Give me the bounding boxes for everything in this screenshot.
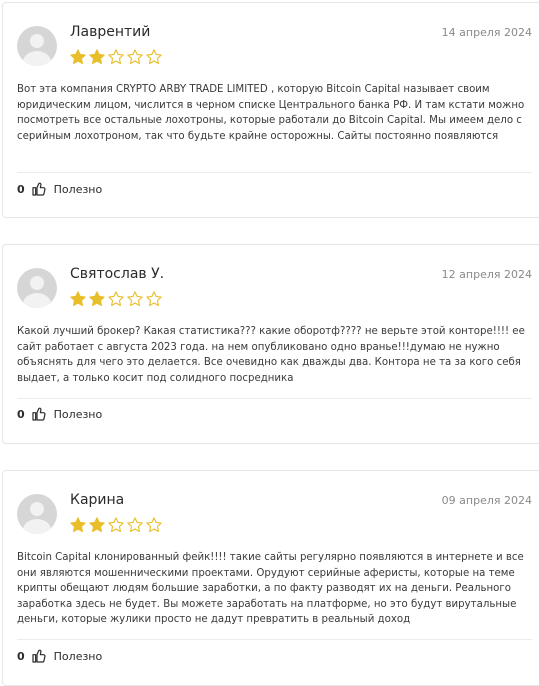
review-footer: 0 Полезно [17,648,102,664]
thumbs-up-icon[interactable] [31,181,47,197]
like-count: 0 [17,407,25,421]
divider [17,172,532,173]
star-empty-icon [146,291,162,307]
review-text: Вот эта компания CRYPTO ARBY TRADE LIMIT… [17,84,525,142]
review-footer: 0 Полезно [17,181,102,197]
like-count: 0 [17,182,25,196]
divider [17,398,532,399]
star-empty-icon [127,291,143,307]
thumbs-up-icon[interactable] [31,648,47,664]
star-filled-icon [70,49,86,65]
like-count: 0 [17,649,25,663]
review-card: Святослав У. 12 апреля 2024 Какой лучший… [2,244,539,444]
star-empty-icon [146,49,162,65]
reviewer-name: Святослав У. [70,266,165,282]
review-date: 12 апреля 2024 [441,268,532,281]
star-filled-icon [89,49,105,65]
review-footer: 0 Полезно [17,406,102,422]
rating-stars [69,290,163,308]
star-filled-icon [89,517,105,533]
reviewer-name: Лаврентий [70,24,151,40]
useful-button[interactable]: Полезно [54,650,103,663]
rating-stars [69,516,163,534]
review-date: 09 апреля 2024 [441,494,532,507]
reviewer-name: Карина [70,492,125,508]
useful-button[interactable]: Полезно [54,408,103,421]
star-empty-icon [127,517,143,533]
review-text: Bitcoin Capital клонированный фейк!!!! т… [17,552,524,626]
star-filled-icon [70,291,86,307]
avatar [17,494,57,534]
avatar [17,268,57,308]
review-date: 14 апреля 2024 [441,26,532,39]
divider [17,639,532,640]
star-empty-icon [108,291,124,307]
rating-stars [69,48,163,66]
star-filled-icon [70,517,86,533]
star-empty-icon [108,49,124,65]
star-filled-icon [89,291,105,307]
useful-button[interactable]: Полезно [54,183,103,196]
star-empty-icon [108,517,124,533]
star-empty-icon [146,517,162,533]
review-card: Лаврентий 14 апреля 2024 Вот эта компани… [2,2,539,218]
review-card: Карина 09 апреля 2024 Bitcoin Capital кл… [2,470,539,686]
thumbs-up-icon[interactable] [31,406,47,422]
star-empty-icon [127,49,143,65]
review-text: Какой лучший брокер? Какая статистика???… [17,326,525,384]
avatar [17,26,57,66]
